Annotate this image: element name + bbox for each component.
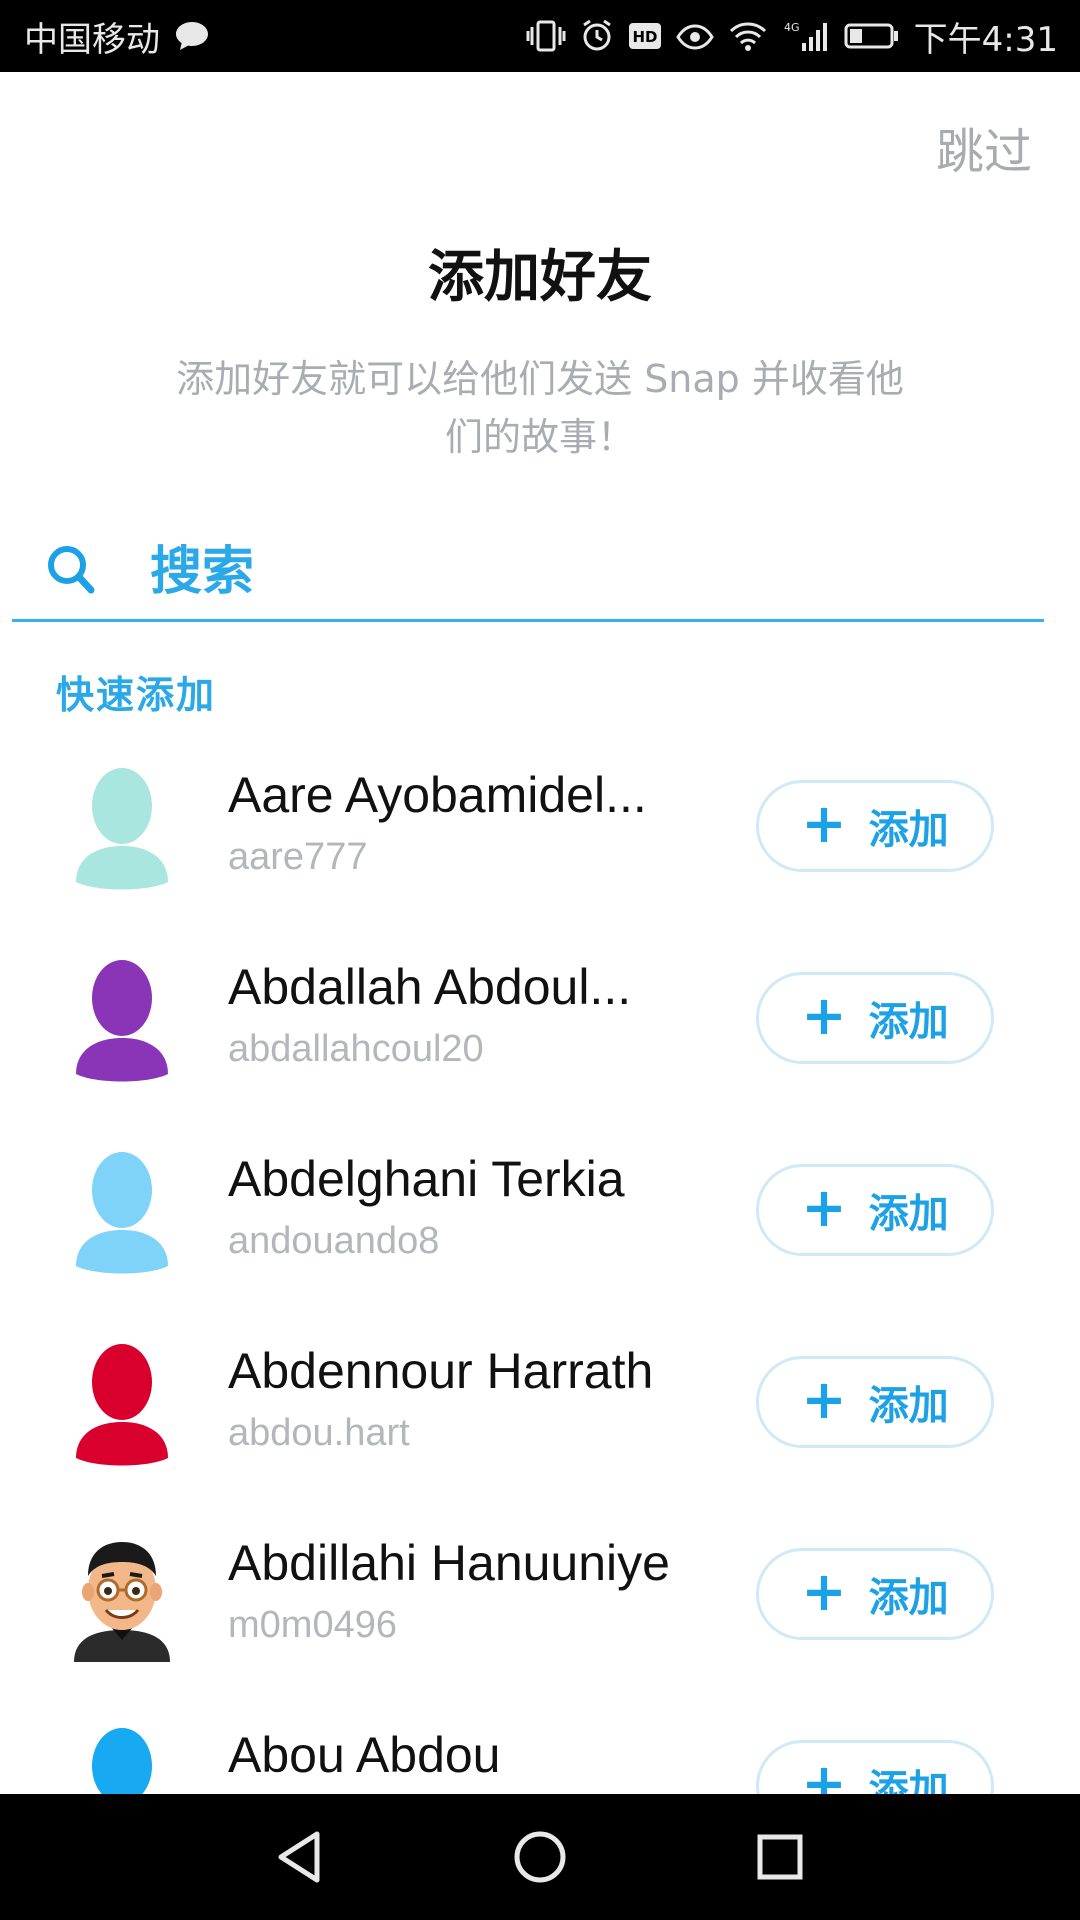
plus-icon: +	[801, 1752, 847, 1795]
status-bar: 中国移动 HD 4G 下午4:31	[0, 0, 1080, 72]
add-friend-button[interactable]: + 添加	[756, 1356, 994, 1448]
avatar	[70, 954, 174, 1086]
friend-name: Abou Abdou	[228, 1727, 501, 1783]
add-friend-button[interactable]: + 添加	[756, 1740, 994, 1794]
avatar	[70, 1722, 174, 1794]
add-button-label: 添加	[868, 999, 949, 1045]
list-item: Abdallah Abdoul... abdallahcoul20 + 添加	[0, 928, 1080, 1120]
recents-icon[interactable]	[740, 1817, 820, 1897]
bitmoji-avatar	[70, 1530, 174, 1662]
skip-button[interactable]: 跳过	[936, 112, 1032, 182]
navigation-bar	[0, 1794, 1080, 1920]
add-button-label: 添加	[868, 1191, 949, 1237]
search-input[interactable]	[150, 538, 1010, 606]
plus-icon: +	[801, 1176, 847, 1239]
add-friend-button[interactable]: + 添加	[756, 972, 994, 1064]
add-button-label: 添加	[868, 1383, 949, 1429]
add-button-label: 添加	[868, 1575, 949, 1621]
search-icon	[46, 542, 96, 600]
list-item: Aare Ayobamidel... aare777 + 添加	[0, 736, 1080, 928]
plus-icon: +	[801, 1368, 847, 1431]
page-title: 添加好友	[428, 245, 652, 310]
quick-add-list[interactable]: Aare Ayobamidel... aare777 + 添加 Abdallah…	[0, 736, 1080, 1794]
plus-icon: +	[801, 984, 847, 1047]
svg-text:HD: HD	[632, 28, 657, 46]
message-icon	[174, 20, 210, 52]
list-item: Abdelghani Terkia andouando8 + 添加	[0, 1120, 1080, 1312]
avatar	[70, 1338, 174, 1470]
eye-comfort-icon	[675, 21, 714, 51]
alarm-icon	[580, 19, 614, 53]
friend-name: Abdelghani Terkia	[228, 1151, 625, 1207]
list-item: Abdennour Harrath abdou.hart + 添加	[0, 1312, 1080, 1504]
search-bar[interactable]	[12, 520, 1044, 622]
vibrate-icon	[526, 19, 566, 53]
plus-icon: +	[801, 792, 847, 855]
add-button-label: 添加	[868, 807, 949, 853]
friend-name: Aare Ayobamidel...	[228, 767, 647, 823]
add-friend-button[interactable]: + 添加	[756, 780, 994, 872]
friend-name: Abdillahi Hanuuniye	[228, 1535, 670, 1591]
avatar	[70, 762, 174, 894]
add-friend-button[interactable]: + 添加	[756, 1548, 994, 1640]
add-button-label: 添加	[868, 1767, 949, 1794]
back-icon[interactable]	[260, 1817, 340, 1897]
home-icon[interactable]	[500, 1817, 580, 1897]
clock-label: 下午4:31	[913, 19, 1058, 60]
wifi-icon	[728, 20, 768, 52]
network-type-label: 4G	[784, 21, 800, 34]
friend-username: abdou.hart	[228, 1412, 410, 1454]
plus-icon: +	[801, 1560, 847, 1623]
friend-username: aare777	[228, 836, 368, 878]
page-subtitle: 添加好友就可以给他们发送 Snap 并收看他们的故事！	[176, 357, 904, 459]
add-friend-button[interactable]: + 添加	[756, 1164, 994, 1256]
hd-icon: HD	[628, 21, 662, 51]
list-item: Abdillahi Hanuuniye m0m0496 + 添加	[0, 1504, 1080, 1696]
friend-username: andouando8	[228, 1220, 440, 1262]
avatar	[70, 1146, 174, 1278]
friend-username: abdallahcoul20	[228, 1028, 484, 1070]
friend-username: m0m0496	[228, 1604, 397, 1646]
quick-add-heading: 快速添加	[56, 673, 217, 717]
carrier-label: 中国移动	[24, 19, 160, 60]
signal-icon: 4G	[782, 19, 830, 53]
friend-name: Abdallah Abdoul...	[228, 959, 632, 1015]
list-item: Abou Abdou + 添加	[0, 1696, 1080, 1794]
battery-icon	[844, 21, 900, 51]
friend-name: Abdennour Harrath	[228, 1343, 654, 1399]
